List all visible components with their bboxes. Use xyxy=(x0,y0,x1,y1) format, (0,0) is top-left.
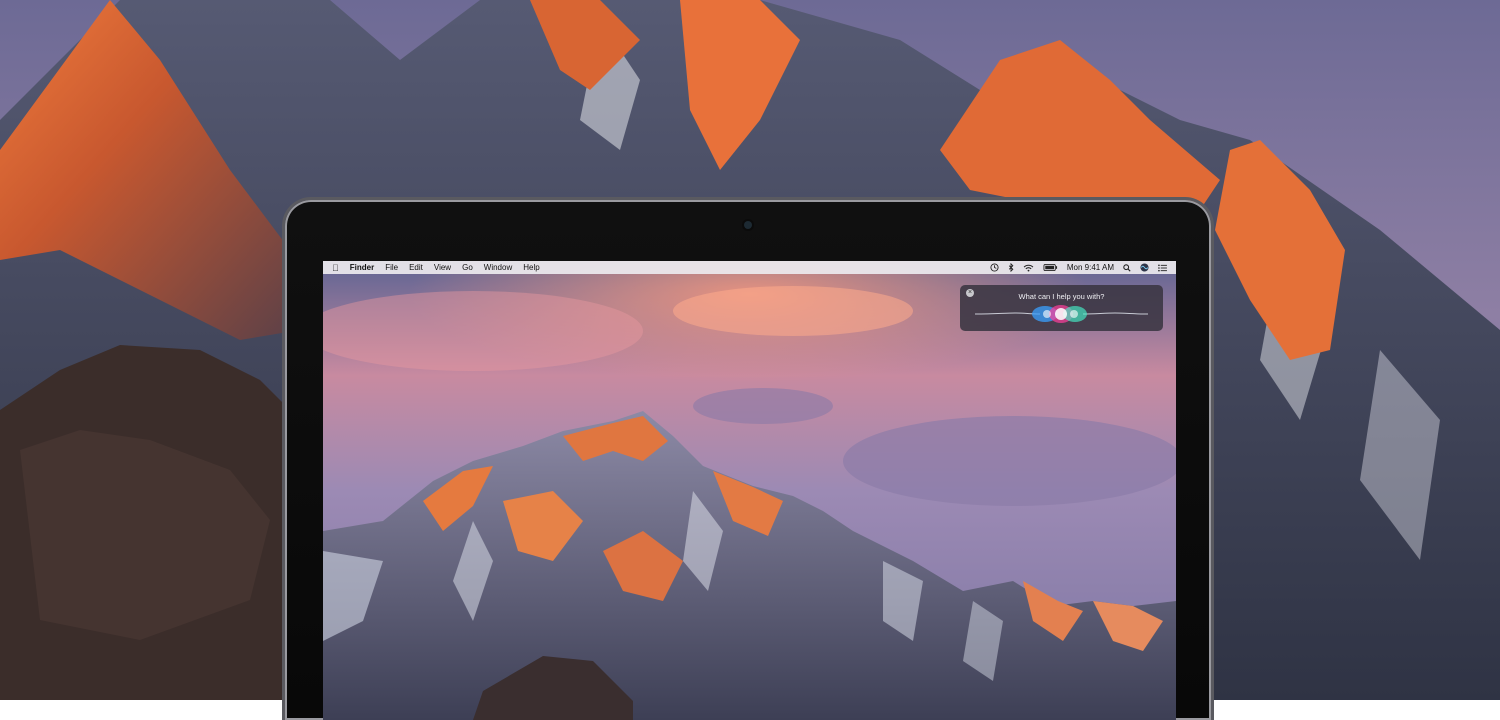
macbook-frame:  Finder File Edit View Go Window Help xyxy=(285,200,1211,720)
spotlight-search-icon[interactable] xyxy=(1123,263,1131,272)
menu-edit[interactable]: Edit xyxy=(409,263,423,272)
wifi-icon[interactable] xyxy=(1023,264,1034,272)
bluetooth-icon[interactable] xyxy=(1008,263,1014,272)
siri-icon[interactable] xyxy=(1140,263,1149,272)
camera-icon xyxy=(744,221,752,229)
menu-window[interactable]: Window xyxy=(484,263,512,272)
menu-help[interactable]: Help xyxy=(523,263,539,272)
clock[interactable]: Mon 9:41 AM xyxy=(1067,263,1114,272)
apple-menu-icon[interactable]:  xyxy=(332,263,339,273)
screen:  Finder File Edit View Go Window Help xyxy=(323,261,1176,720)
siri-prompt: What can I help you with? xyxy=(1018,292,1105,301)
menu-bar:  Finder File Edit View Go Window Help xyxy=(323,261,1176,274)
menu-file[interactable]: File xyxy=(385,263,398,272)
notification-center-icon[interactable] xyxy=(1158,264,1167,272)
menu-go[interactable]: Go xyxy=(462,263,473,272)
battery-icon[interactable] xyxy=(1043,264,1058,271)
siri-panel: × What can I help you with? xyxy=(960,285,1163,331)
menu-view[interactable]: View xyxy=(434,263,451,272)
menu-app-name[interactable]: Finder xyxy=(350,263,374,272)
siri-waveform-icon xyxy=(975,305,1148,323)
time-machine-icon[interactable] xyxy=(990,263,999,272)
